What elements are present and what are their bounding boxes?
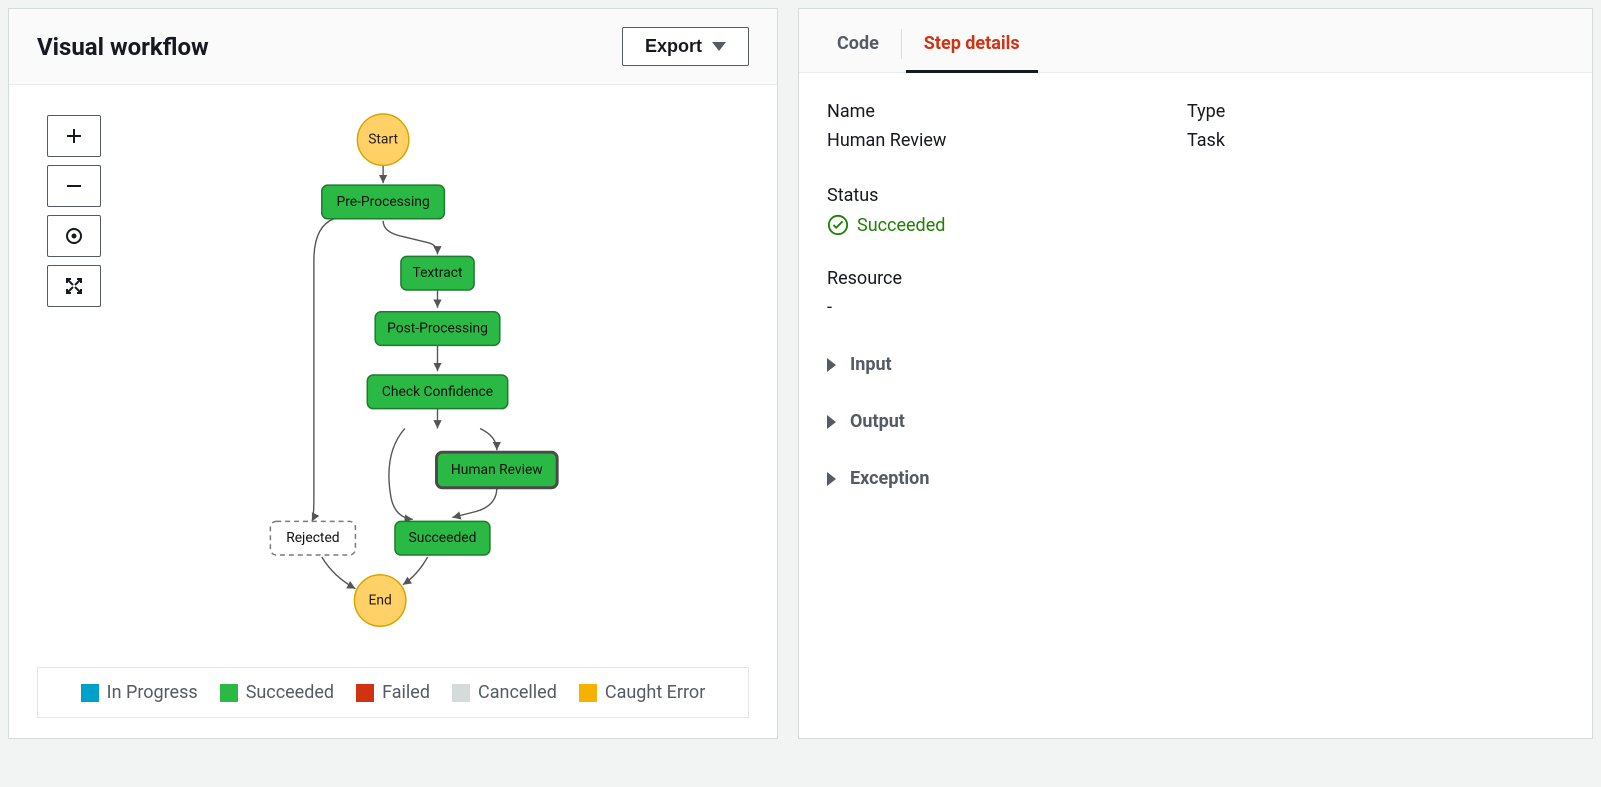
workflow-node-rejected[interactable]: Rejected (270, 521, 355, 555)
detail-label: Name (827, 101, 1127, 122)
legend-swatch (81, 684, 99, 702)
chevron-right-icon (827, 415, 836, 429)
expander-label: Output (850, 411, 905, 432)
status-text: Succeeded (857, 215, 945, 236)
expander-output[interactable]: Output (827, 411, 1564, 432)
workflow-node-preprocessing[interactable]: Pre-Processing (322, 185, 445, 219)
detail-label: Status (827, 185, 1564, 206)
workflow-node-human-review[interactable]: Human Review (437, 452, 558, 488)
detail-value: Task (1187, 130, 1487, 151)
zoom-reset-button[interactable] (47, 215, 101, 257)
expander-exception[interactable]: Exception (827, 468, 1564, 489)
detail-label: Resource (827, 268, 1564, 289)
workflow-node-end[interactable]: End (354, 575, 405, 626)
plus-icon (64, 126, 84, 146)
legend-swatch (452, 684, 470, 702)
tab-bar: Code Step details (799, 9, 1592, 73)
detail-name: Name Human Review (827, 101, 1127, 151)
workflow-node-check-confidence[interactable]: Check Confidence (367, 375, 507, 409)
detail-value: Human Review (827, 130, 1127, 151)
expander-input[interactable]: Input (827, 354, 1564, 375)
export-button-label: Export (645, 36, 702, 57)
chevron-right-icon (827, 358, 836, 372)
zoom-controls (47, 115, 101, 307)
status-badge: Succeeded (827, 214, 945, 236)
workflow-node-succeeded[interactable]: Succeeded (395, 521, 490, 555)
detail-status: Status Succeeded (827, 185, 1564, 240)
legend-swatch (579, 684, 597, 702)
zoom-fit-button[interactable] (47, 265, 101, 307)
target-icon (64, 226, 84, 246)
workflow-body: Start Pre-Processing Textract (9, 85, 777, 738)
legend-label: Succeeded (246, 682, 334, 703)
minus-icon (64, 176, 84, 196)
details-body: Name Human Review Type Task Status Succe… (799, 73, 1592, 529)
detail-label: Type (1187, 101, 1487, 122)
legend-label: Cancelled (478, 682, 557, 703)
workflow-diagram[interactable]: Start Pre-Processing Textract (37, 99, 749, 659)
panel-header: Visual workflow Export (9, 9, 777, 85)
tab-separator (901, 29, 902, 59)
export-button[interactable]: Export (622, 27, 749, 66)
tab-code[interactable]: Code (819, 13, 897, 72)
expander-label: Input (850, 354, 892, 375)
legend-item-in-progress: In Progress (81, 682, 198, 703)
check-circle-icon (827, 214, 849, 236)
visual-workflow-panel: Visual workflow Export (8, 8, 778, 739)
workflow-node-postprocessing[interactable]: Post-Processing (375, 312, 500, 346)
workflow-node-textract[interactable]: Textract (401, 256, 474, 290)
legend-item-caught-error: Caught Error (579, 682, 705, 703)
tab-step-details[interactable]: Step details (906, 13, 1038, 73)
legend-swatch (220, 684, 238, 702)
chevron-down-icon (712, 42, 726, 51)
zoom-out-button[interactable] (47, 165, 101, 207)
legend-label: Caught Error (605, 682, 705, 703)
legend-item-succeeded: Succeeded (220, 682, 334, 703)
detail-type: Type Task (1187, 101, 1487, 151)
legend: In Progress Succeeded Failed Cancelled C… (37, 667, 749, 718)
chevron-right-icon (827, 472, 836, 486)
legend-item-cancelled: Cancelled (452, 682, 557, 703)
expander-label: Exception (850, 468, 929, 489)
detail-value: - (827, 297, 1564, 318)
panel-title: Visual workflow (37, 33, 209, 61)
legend-swatch (356, 684, 374, 702)
legend-label: In Progress (107, 682, 198, 703)
legend-item-failed: Failed (356, 682, 430, 703)
workflow-node-start[interactable]: Start (357, 114, 408, 165)
legend-label: Failed (382, 682, 430, 703)
zoom-in-button[interactable] (47, 115, 101, 157)
detail-resource: Resource - (827, 268, 1564, 318)
detail-row: Name Human Review Type Task (827, 101, 1564, 151)
expand-icon (64, 276, 84, 296)
details-panel: Code Step details Name Human Review Type… (798, 8, 1593, 739)
